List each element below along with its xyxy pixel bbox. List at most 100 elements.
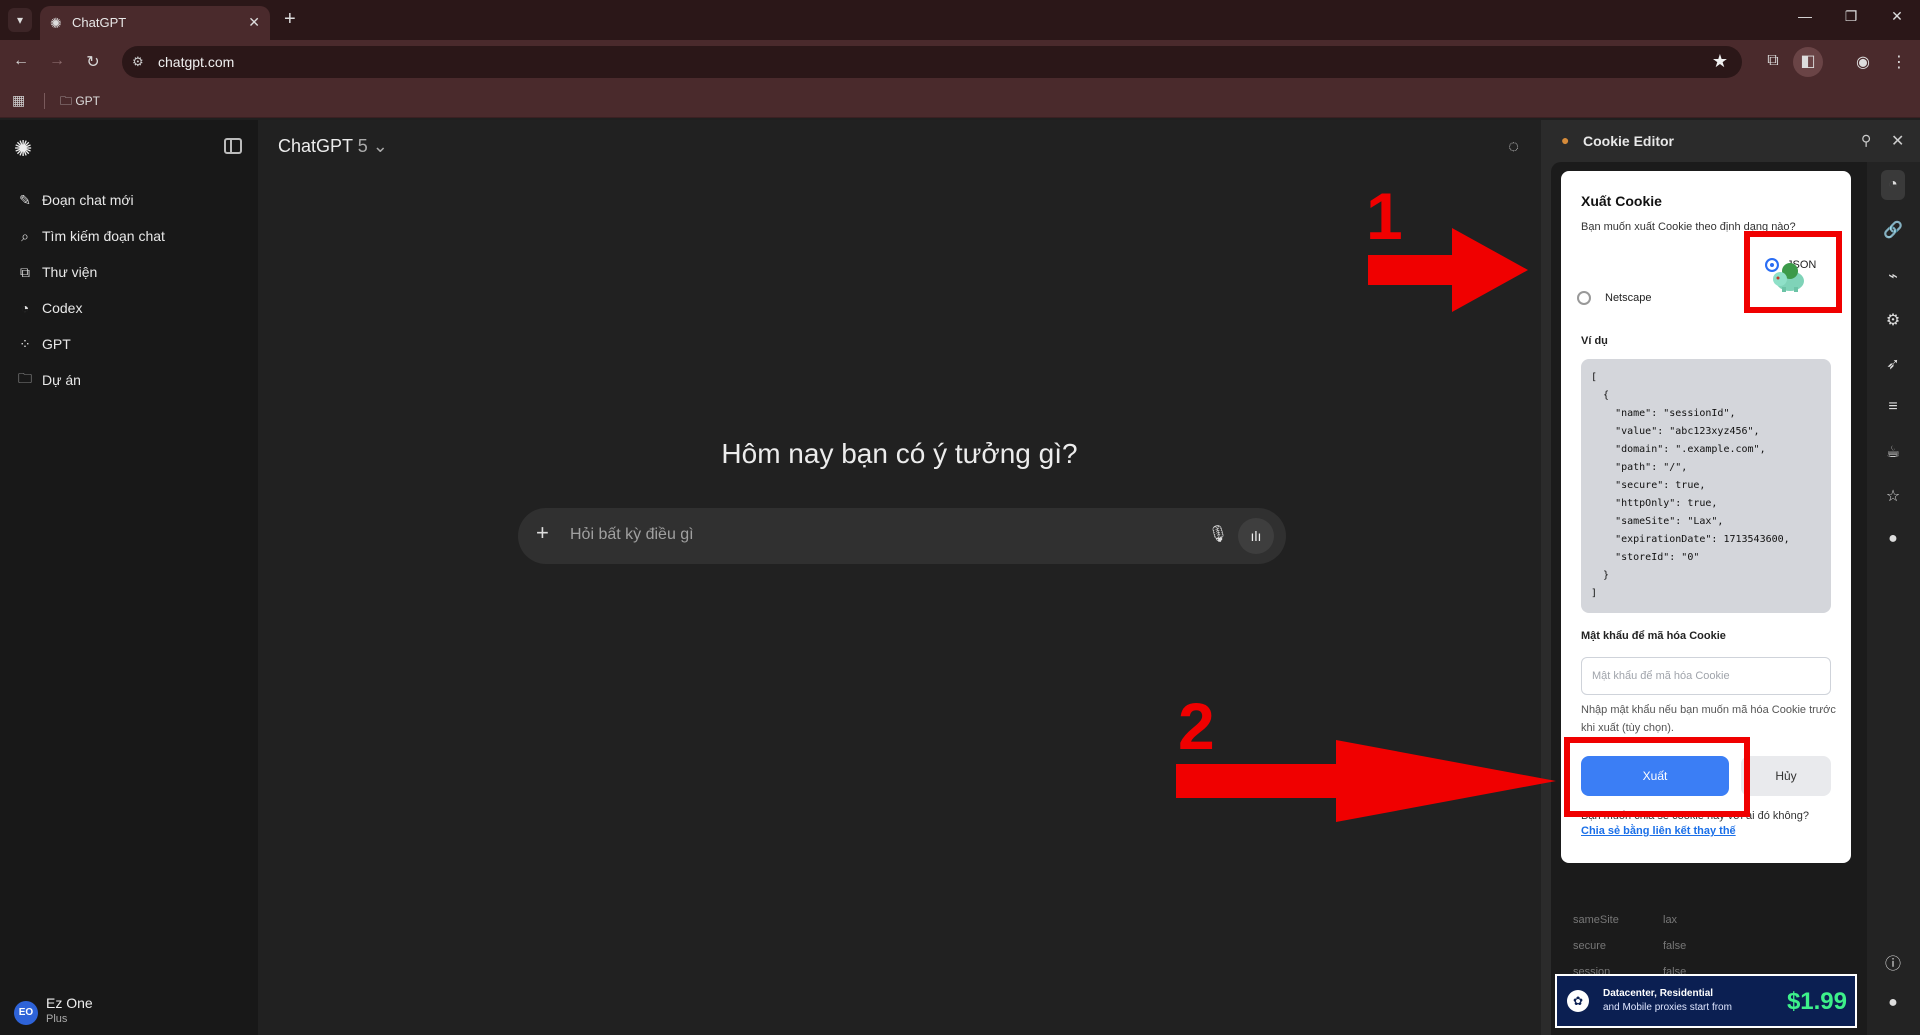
bookmarks-bar: ▦ 🗀 GPT xyxy=(0,84,1920,118)
microphone-icon[interactable]: 🎙 xyxy=(1208,524,1228,544)
url-text: chatgpt.com xyxy=(158,54,235,70)
radio-netscape-label[interactable]: Netscape xyxy=(1605,292,1651,304)
broom-icon[interactable]: ⌁ xyxy=(1881,266,1905,286)
apps-grid-icon[interactable]: ▦ xyxy=(12,92,25,109)
side-panel-icon[interactable]: ◧ xyxy=(1793,47,1823,77)
extensions-icon[interactable]: ⧉ xyxy=(1762,52,1784,70)
model-name: ChatGPT xyxy=(278,136,353,156)
field-key: secure xyxy=(1573,940,1607,952)
dialog-title: Xuất Cookie xyxy=(1581,193,1662,209)
add-attachment-icon[interactable]: + xyxy=(536,520,549,546)
close-panel-icon[interactable]: ✕ xyxy=(1891,131,1904,151)
cookie-icon: ● xyxy=(1561,132,1570,148)
password-hint: Nhập mật khẩu nếu bạn muốn mã hóa Cookie… xyxy=(1581,704,1836,734)
sidebar-item-label: Dự án xyxy=(42,372,81,388)
password-label: Mật khẩu để mã hóa Cookie xyxy=(1581,630,1726,642)
folder-icon: 🗀 xyxy=(18,370,32,386)
github-icon[interactable]: ● xyxy=(1881,530,1905,548)
reload-icon[interactable]: ↻ xyxy=(82,52,104,72)
field-value: lax xyxy=(1663,914,1678,926)
proxy-ad-banner[interactable]: ✿ Datacenter, Residential and Mobile pro… xyxy=(1555,974,1857,1028)
gear-icon[interactable]: ⚙ xyxy=(1881,310,1905,330)
menu-icon[interactable]: ⋮ xyxy=(1888,52,1910,72)
openai-favicon-icon: ✺ xyxy=(50,15,62,31)
back-icon[interactable]: ← xyxy=(10,52,32,70)
star-icon[interactable]: ☆ xyxy=(1881,486,1905,506)
edit-icon: ✎ xyxy=(19,191,31,208)
sidebar-item-projects[interactable]: 🗀 Dự án xyxy=(16,368,81,392)
user-name: Ez One xyxy=(46,995,93,1011)
account-icon[interactable]: ● xyxy=(1881,994,1905,1012)
example-label: Ví dụ xyxy=(1581,335,1608,347)
cookie-field-row: secure false xyxy=(1573,940,1686,952)
tab-title: ChatGPT xyxy=(72,15,127,30)
bookmarks-divider xyxy=(44,93,45,109)
bookmark-gpt[interactable]: 🗀 GPT xyxy=(60,92,100,113)
library-icon: ⧉ xyxy=(20,263,30,280)
ad-logo-icon: ✿ xyxy=(1567,990,1589,1012)
model-version: 5 xyxy=(357,136,368,156)
rocket-icon[interactable]: ➶ xyxy=(1881,354,1905,374)
side-panel-title: Cookie Editor xyxy=(1583,133,1675,149)
address-bar[interactable]: ⚙ chatgpt.com ★ xyxy=(122,46,1742,78)
sidebar-item-label: Codex xyxy=(42,300,83,316)
model-selector[interactable]: ChatGPT 5 ⌄ xyxy=(278,136,388,157)
close-tab-icon[interactable]: ✕ xyxy=(248,14,260,31)
bookmark-gpt-label: GPT xyxy=(75,94,101,108)
sidebar-item-new-chat[interactable]: ✎ Đoạn chat mới xyxy=(16,188,134,212)
avatar: EO xyxy=(14,1001,38,1025)
browser-tabbar: ▾ ✺ ChatGPT ✕ + — ❐ ✕ xyxy=(0,0,1920,40)
chevron-down-icon: ⌄ xyxy=(372,136,388,156)
prompt-placeholder[interactable]: Hỏi bất kỳ điều gì xyxy=(570,526,694,544)
field-key: sameSite xyxy=(1573,914,1619,926)
sidebar-item-label: GPT xyxy=(42,336,71,352)
pin-icon[interactable]: ⚲ xyxy=(1861,132,1871,149)
search-icon: ⌕ xyxy=(21,227,29,244)
sidebar-item-label: Thư viện xyxy=(42,264,98,280)
sidebar-item-label: Tìm kiếm đoạn chat xyxy=(42,228,165,244)
codex-icon: ◔ xyxy=(20,300,30,316)
browser-toolbar: ← → ↻ ⚙ chatgpt.com ★ ⧉ ◧ ◉ ⋮ xyxy=(0,40,1920,84)
chat-sidebar: ✺ ✎ Đoạn chat mới ⌕ Tìm kiếm đoạn chat ⧉… xyxy=(0,120,258,1035)
profile-icon[interactable]: ◉ xyxy=(1852,52,1874,72)
sidebar-item-label: Đoạn chat mới xyxy=(42,192,134,208)
tab-search-icon[interactable]: ▾ xyxy=(8,8,32,32)
cookie-tab-icon[interactable]: ◔ xyxy=(1881,170,1905,200)
field-value: false xyxy=(1663,940,1687,952)
grid-icon: ⁘ xyxy=(19,335,31,352)
sidebar-item-codex[interactable]: ◔ Codex xyxy=(16,296,83,320)
browser-tab[interactable]: ✺ ChatGPT ✕ xyxy=(40,6,270,40)
voice-mode-icon[interactable]: ılı xyxy=(1238,518,1274,554)
user-plan: Plus xyxy=(46,1013,68,1025)
annotation-box-export xyxy=(1564,737,1750,817)
prompt-box[interactable]: + Hỏi bất kỳ điều gì 🎙 ılı xyxy=(518,508,1286,564)
minimize-icon[interactable]: — xyxy=(1790,8,1820,24)
annotation-box-json xyxy=(1744,231,1842,313)
new-tab-icon[interactable]: + xyxy=(284,8,296,31)
radio-netscape[interactable] xyxy=(1577,291,1591,305)
window-close-icon[interactable]: ✕ xyxy=(1882,8,1912,25)
openai-logo-icon[interactable]: ✺ xyxy=(14,136,32,162)
info-icon[interactable]: ⓘ xyxy=(1881,950,1905,974)
share-link[interactable]: Chia sẻ bằng liên kết thay thế xyxy=(1581,825,1736,837)
ad-line-2: and Mobile proxies start from xyxy=(1603,1002,1732,1013)
sidebar-item-library[interactable]: ⧉ Thư viện xyxy=(16,260,97,284)
password-input[interactable] xyxy=(1581,657,1831,695)
example-code-block: [ { "name": "sessionId", "value": "abc12… xyxy=(1581,359,1831,613)
sidebar-toggle-icon[interactable] xyxy=(224,138,242,154)
bookmark-star-icon[interactable]: ★ xyxy=(1712,51,1728,72)
link-icon[interactable]: 🔗 xyxy=(1881,220,1905,240)
temporary-chat-icon[interactable]: ◌ xyxy=(1508,136,1519,157)
sidebar-item-gpt[interactable]: ⁘ GPT xyxy=(16,332,71,356)
sidebar-item-search[interactable]: ⌕ Tìm kiếm đoạn chat xyxy=(16,224,165,248)
restore-icon[interactable]: ❐ xyxy=(1836,8,1866,25)
annotation-arrow-2 xyxy=(1176,740,1556,822)
cancel-button[interactable]: Hủy xyxy=(1741,756,1831,796)
site-info-icon[interactable]: ⚙ xyxy=(132,54,144,70)
forward-icon[interactable]: → xyxy=(46,52,68,70)
page-title: Hôm nay bạn có ý tưởng gì? xyxy=(721,438,1078,469)
list-icon[interactable]: ≡ xyxy=(1881,398,1905,416)
ad-price: $1.99 xyxy=(1786,988,1847,1015)
coffee-icon[interactable]: ☕ xyxy=(1881,442,1905,462)
extension-rail: ◔ 🔗 ⌁ ⚙ ➶ ≡ ☕ ☆ ● ⓘ ● xyxy=(1867,162,1920,1035)
